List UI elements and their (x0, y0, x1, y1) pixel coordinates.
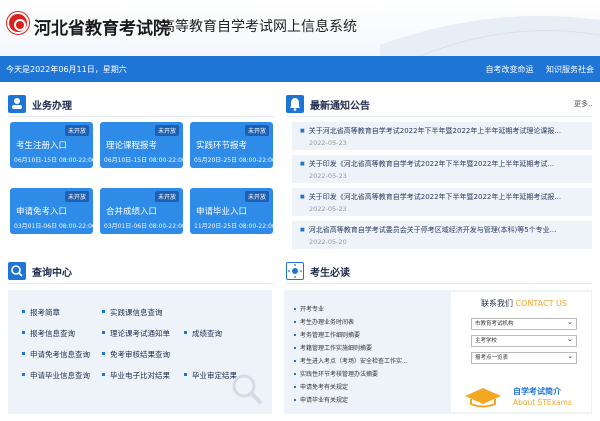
tile-dates: 03月01日-06日 08:00-22:00 (14, 223, 96, 230)
magnifier-watermark-icon (232, 374, 263, 405)
query-title: 查询中心 (32, 268, 72, 279)
must-title: 考生必读 (310, 268, 350, 279)
query-panel: 报考简章 实践课信息查询 报考信息查询 理论课考试通知单 成绩查询 申请免考信息… (8, 290, 272, 414)
tile-title: 申请免考入口 (16, 207, 68, 217)
notice-text: 关于河北省高等教育自学考试2022年下半年暨2022年上半年延期考试理论课报..… (300, 126, 590, 136)
current-date: 今天是2022年06月11日，星期六 (6, 65, 127, 74)
must-link[interactable]: 申请免考有关规定 (294, 382, 348, 391)
slogan-link-1[interactable]: 自考改变命运 (485, 65, 533, 74)
tile-dates: 05月20日-25日 08:00-22:00 (194, 157, 276, 164)
notice-text: 河北省高等教育自学考试委员会关于停考区域经济开发与管理(本科)等5个专业... (300, 225, 590, 235)
exam-institute-logo[interactable] (7, 12, 29, 34)
notice-date: 2022-05-23 (309, 172, 347, 180)
must-link[interactable]: 考务管理工作细则摘要 (294, 330, 360, 339)
tile-exemption[interactable]: 未开放 申请免考入口 03月01日-06日 08:00-22:00 (10, 188, 96, 234)
query-link[interactable]: 理论课考试通知单 (102, 328, 170, 339)
tile-badge: 未开放 (244, 125, 269, 136)
tile-title: 合并成绩入口 (106, 207, 158, 217)
must-link[interactable]: 实践性环节考核管理办法摘要 (294, 369, 378, 378)
tile-badge: 未开放 (244, 191, 269, 202)
tile-badge: 未开放 (64, 191, 89, 202)
query-link[interactable]: 成绩查询 (184, 328, 222, 339)
contact-title: 联系我们 (481, 299, 513, 308)
query-link[interactable]: 实践课信息查询 (102, 307, 163, 318)
exam-site-select[interactable]: 报考点一览表 (471, 351, 577, 364)
query-link[interactable]: 毕业电子比对结果 (102, 370, 170, 381)
tile-title: 考生注册入口 (16, 141, 68, 151)
exam-agency-select[interactable]: 市教育考试机构 (471, 317, 577, 330)
tile-badge: 未开放 (154, 191, 179, 202)
tile-badge: 未开放 (154, 125, 179, 136)
notice-date: 2022-05-23 (309, 205, 347, 213)
site-name[interactable]: 河北省教育考试院 (34, 14, 170, 39)
query-link[interactable]: 申请毕业信息查询 (22, 370, 90, 381)
must-divider (286, 283, 592, 284)
site-header: 河北省教育考试院 高等教育自学考试网上信息系统 (0, 0, 600, 56)
slogan-link-2[interactable]: 知识服务社会 (546, 65, 594, 74)
notice-text: 关于印发《河北省高等教育自学考试2022年下半年暨2022年上半年延期考试... (300, 159, 590, 169)
bell-icon (286, 95, 304, 113)
notice-date: 2022-05-20 (309, 238, 347, 246)
must-link[interactable]: 开考专业 (294, 304, 324, 313)
notice-item[interactable]: 河北省高等教育自学考试委员会关于停考区域经济开发与管理(本科)等5个专业... … (292, 221, 592, 249)
notices-divider (286, 116, 592, 117)
query-divider (8, 283, 274, 284)
tile-dates: 06月10日-15日 08:00-22:00 (14, 157, 96, 164)
contact-panel: 联系我们 CONTACT US 市教育考试机构 主考学校 报考点一览表 自学考试… (451, 292, 591, 412)
tile-theory-exam[interactable]: 未开放 理论课程报考 06月10日-15日 08:00-22:00 (100, 122, 186, 168)
person-card-icon (8, 95, 26, 113)
tile-title: 实践环节报考 (196, 141, 248, 151)
tile-dates: 11月20日-25日 08:00-22:00 (194, 223, 276, 230)
tile-title: 申请毕业入口 (196, 207, 248, 217)
must-link[interactable]: 申请毕业有关规定 (294, 395, 348, 404)
tile-dates: 03月01日-06日 08:00-22:00 (104, 223, 186, 230)
tile-title: 理论课程报考 (106, 141, 158, 151)
book-icon (465, 388, 501, 408)
tile-practice-exam[interactable]: 未开放 实践环节报考 05月20日-25日 08:00-22:00 (190, 122, 276, 168)
must-link[interactable]: 考生办理业务时间表 (294, 317, 354, 326)
notices-title: 最新通知公告 (310, 101, 370, 112)
query-link[interactable]: 申请免考信息查询 (22, 349, 90, 360)
notice-item[interactable]: 关于河北省高等教育自学考试2022年下半年暨2022年上半年延期考试理论课报..… (292, 122, 592, 150)
contact-heading: 联系我们 CONTACT US (481, 298, 567, 309)
notice-date: 2022-05-23 (309, 139, 347, 147)
contact-title-en: CONTACT US (515, 299, 567, 308)
slogan-links: 自考改变命运 知识服务社会 (475, 64, 594, 75)
about-title[interactable]: 自学考试简介 (513, 386, 561, 397)
query-link[interactable]: 免考审核结果查询 (102, 349, 170, 360)
tile-graduation[interactable]: 未开放 申请毕业入口 11月20日-25日 08:00-22:00 (190, 188, 276, 234)
notice-text: 关于印发《河北省高等教育自学考试2022年下半年暨2022年上半年延期考试报..… (300, 192, 590, 202)
must-link[interactable]: 考籍管理工作实施细则摘要 (294, 343, 372, 352)
query-link[interactable]: 报考简章 (22, 307, 60, 318)
about-title-en[interactable]: About STExams (513, 398, 572, 407)
query-link[interactable]: 报考信息查询 (22, 328, 75, 339)
business-title: 业务办理 (32, 101, 72, 112)
must-link[interactable]: 考生进入考点（考场）安全检查工作实... (294, 356, 408, 365)
tile-badge: 未开放 (64, 125, 89, 136)
search-icon (8, 262, 26, 280)
business-divider (8, 116, 274, 117)
tile-dates: 06月10日-15日 08:00-22:00 (104, 157, 186, 164)
tile-merge-scores[interactable]: 未开放 合并成绩入口 03月01日-06日 08:00-22:00 (100, 188, 186, 234)
sun-icon (286, 262, 304, 280)
header-decoration (380, 15, 600, 56)
notice-item[interactable]: 关于印发《河北省高等教育自学考试2022年下半年暨2022年上半年延期考试...… (292, 155, 592, 183)
school-select[interactable]: 主考学校 (471, 334, 577, 347)
more-link[interactable]: 更多.. (574, 99, 592, 109)
top-bar: 今天是2022年06月11日，星期六 自考改变命运 知识服务社会 (0, 56, 600, 82)
site-subtitle: 高等教育自学考试网上信息系统 (161, 19, 357, 35)
tile-registration[interactable]: 未开放 考生注册入口 06月10日-15日 08:00-22:00 (10, 122, 96, 168)
notice-item[interactable]: 关于印发《河北省高等教育自学考试2022年下半年暨2022年上半年延期考试报..… (292, 188, 592, 216)
